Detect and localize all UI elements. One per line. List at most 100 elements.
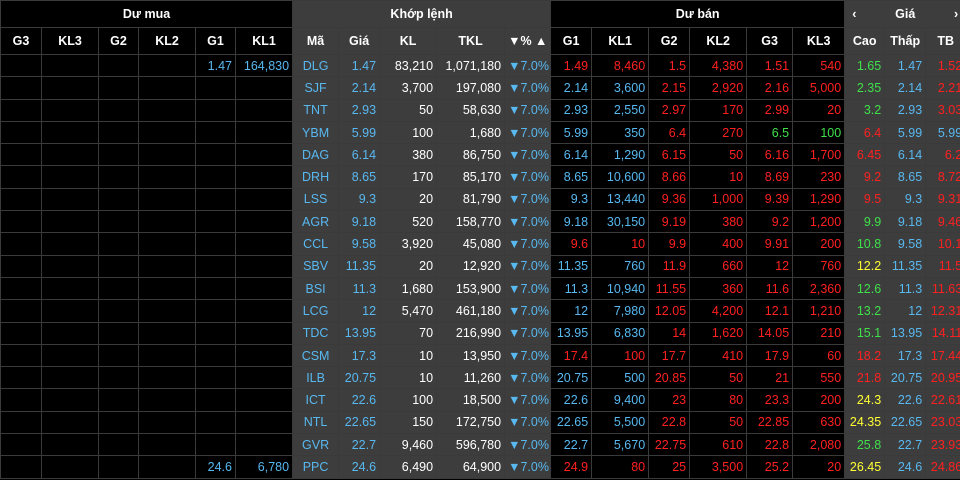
sell-cell: 11.3 bbox=[550, 276, 593, 301]
col-header-price-1[interactable]: Thấp bbox=[884, 27, 927, 55]
col-header-sell-g3[interactable]: G3 bbox=[746, 27, 794, 55]
col-header-match-3[interactable]: TKL bbox=[436, 27, 506, 55]
buy-cell bbox=[98, 210, 139, 234]
change-percent-cell: ▼7.0% bbox=[504, 232, 552, 256]
match-volume-cell: 70 bbox=[379, 321, 438, 345]
table-row[interactable]: SJF 2.14 3,700 197,080 ▼7.0% 2.14 3,600 2.15 2,9… bbox=[0, 76, 960, 100]
match-volume-cell: 100 bbox=[379, 388, 438, 412]
buy-cell bbox=[41, 455, 99, 479]
col-header-sell-g2[interactable]: G2 bbox=[648, 27, 691, 55]
buy-cell bbox=[0, 165, 42, 189]
col-header-sell-kl2[interactable]: KL2 bbox=[689, 27, 748, 55]
table-row[interactable]: LCG 12 5,470 461,180 ▼7.0% 12 7,980 12.05 4,200 1… bbox=[0, 299, 960, 323]
change-percent-cell: ▼7.0% bbox=[504, 76, 552, 100]
table-row[interactable]: DRH 8.65 170 85,170 ▼7.0% 8.65 10,600 8.66 10 8.6… bbox=[0, 165, 960, 189]
buy-cell bbox=[138, 410, 196, 435]
buy-cell bbox=[234, 98, 294, 122]
sell-cell: 9.2 bbox=[746, 210, 794, 234]
buy-cell bbox=[195, 410, 236, 435]
sell-cell: 20.75 bbox=[550, 366, 593, 390]
sell-cell: 5,000 bbox=[792, 76, 846, 100]
table-row[interactable]: 24.6 6,780 PPC 24.6 6,490 64,900 ▼7.0% 24.9 80 25… bbox=[0, 455, 960, 479]
chevron-left-icon[interactable]: ‹ bbox=[852, 7, 856, 21]
table-row[interactable]: ICT 22.6 100 18,500 ▼7.0% 22.6 9,400 23 80 23.3 20… bbox=[0, 388, 960, 412]
table-row[interactable]: AGR 9.18 520 158,770 ▼7.0% 9.18 30,150 9.19 380 9… bbox=[0, 210, 960, 234]
col-header-buy-kl2[interactable]: KL2 bbox=[138, 27, 196, 55]
buy-cell bbox=[98, 120, 139, 145]
high-price-cell: 1.65 bbox=[844, 53, 886, 78]
sell-cell: 22.65 bbox=[550, 410, 593, 435]
col-header-buy-g2[interactable]: G2 bbox=[98, 27, 139, 55]
sell-cell: 17.9 bbox=[746, 343, 794, 368]
chevron-right-icon[interactable]: › bbox=[954, 7, 958, 21]
col-header-buy-kl3[interactable]: KL3 bbox=[41, 27, 99, 55]
col-header-sell-kl1[interactable]: KL1 bbox=[591, 27, 650, 55]
table-row[interactable]: CCL 9.58 3,920 45,080 ▼7.0% 9.6 10 9.9 400 9.91 20… bbox=[0, 232, 960, 256]
sell-cell: 6.14 bbox=[550, 143, 593, 167]
col-header-buy-kl1[interactable]: KL1 bbox=[234, 27, 294, 55]
table-row[interactable]: TDC 13.95 70 216,990 ▼7.0% 13.95 6,830 14 1,620 1… bbox=[0, 321, 960, 345]
col-header-price-2[interactable]: TB bbox=[925, 27, 960, 55]
low-price-cell: 22.65 bbox=[884, 410, 927, 435]
table-row[interactable]: CSM 17.3 10 13,950 ▼7.0% 17.4 100 17.7 410 17.9 60… bbox=[0, 343, 960, 368]
col-header-price-0[interactable]: Cao bbox=[844, 27, 886, 55]
sell-cell: 20 bbox=[792, 455, 846, 479]
change-percent-cell: ▼7.0% bbox=[504, 455, 552, 479]
table-row[interactable]: TNT 2.93 50 58,630 ▼7.0% 2.93 2,550 2.97 170 2.99… bbox=[0, 98, 960, 122]
col-header-buy-g1[interactable]: G1 bbox=[195, 27, 236, 55]
table-row[interactable]: 1.47 164,830 DLG 1.47 83,210 1,071,180 ▼7.0% 1.… bbox=[0, 53, 960, 78]
col-header-sell-kl3[interactable]: KL3 bbox=[792, 27, 846, 55]
buy-cell bbox=[138, 53, 196, 78]
sell-cell: 500 bbox=[591, 366, 650, 390]
match-volume-cell: 50 bbox=[379, 98, 438, 122]
total-volume-cell: 153,900 bbox=[436, 276, 506, 301]
change-percent-cell: ▼7.0% bbox=[504, 53, 552, 78]
col-header-sell-g1[interactable]: G1 bbox=[550, 27, 593, 55]
buy-cell bbox=[138, 455, 196, 479]
sell-cell: 10,600 bbox=[591, 165, 650, 189]
buy-cell bbox=[0, 210, 42, 234]
sell-cell: 80 bbox=[591, 455, 650, 479]
buy-cell: 6,780 bbox=[234, 455, 294, 479]
match-price-cell: 22.6 bbox=[338, 388, 381, 412]
table-row[interactable]: ILB 20.75 10 11,260 ▼7.0% 20.75 500 20.85 50 21 55… bbox=[0, 366, 960, 390]
col-header-match-1[interactable]: Giá bbox=[338, 27, 381, 55]
sell-cell: 4,380 bbox=[689, 53, 748, 78]
buy-cell bbox=[195, 98, 236, 122]
change-percent-cell: ▼7.0% bbox=[504, 321, 552, 345]
high-price-cell: 6.45 bbox=[844, 143, 886, 167]
col-header-match-2[interactable]: KL bbox=[379, 27, 438, 55]
table-row[interactable]: YBM 5.99 100 1,680 ▼7.0% 5.99 350 6.4 270 6.5 100 6… bbox=[0, 120, 960, 145]
sell-cell: 5,670 bbox=[591, 433, 650, 457]
col-header-match-0[interactable]: Mã bbox=[292, 27, 340, 55]
table-row[interactable]: GVR 22.7 9,460 596,780 ▼7.0% 22.7 5,670 22.75 61… bbox=[0, 433, 960, 457]
buy-cell bbox=[0, 276, 42, 301]
sell-cell: 20 bbox=[792, 98, 846, 122]
sell-cell: 1,000 bbox=[689, 187, 748, 212]
low-price-cell: 2.93 bbox=[884, 98, 927, 122]
buy-cell bbox=[234, 165, 294, 189]
symbol-cell: PPC bbox=[292, 455, 340, 479]
sell-cell: 22.8 bbox=[746, 433, 794, 457]
sell-cell: 400 bbox=[689, 232, 748, 256]
buy-cell bbox=[98, 254, 139, 278]
table-row[interactable]: SBV 11.35 20 12,920 ▼7.0% 11.35 760 11.9 660 12 76… bbox=[0, 254, 960, 278]
buy-cell bbox=[98, 299, 139, 323]
buy-cell bbox=[0, 410, 42, 435]
buy-cell bbox=[138, 343, 196, 368]
col-header-buy-g3[interactable]: G3 bbox=[0, 27, 42, 55]
match-volume-cell: 6,490 bbox=[379, 455, 438, 479]
table-row[interactable]: NTL 22.65 150 172,750 ▼7.0% 22.65 5,500 22.8 50 2… bbox=[0, 410, 960, 435]
table-row[interactable]: LSS 9.3 20 81,790 ▼7.0% 9.3 13,440 9.36 1,000 9.3… bbox=[0, 187, 960, 212]
table-row[interactable]: DAG 6.14 380 86,750 ▼7.0% 6.14 1,290 6.15 50 6.16… bbox=[0, 143, 960, 167]
col-header-match-4[interactable]: ▼% ▲ bbox=[504, 27, 552, 55]
symbol-cell: TDC bbox=[292, 321, 340, 345]
buy-cell bbox=[195, 254, 236, 278]
avg-price-cell: 22.61 bbox=[925, 388, 960, 412]
table-row[interactable]: BSI 11.3 1,680 153,900 ▼7.0% 11.3 10,940 11.55 3… bbox=[0, 276, 960, 301]
price-group-label: Giá bbox=[895, 7, 916, 21]
avg-price-cell: 1.52 bbox=[925, 53, 960, 78]
buy-cell bbox=[41, 53, 99, 78]
sell-cell: 14.05 bbox=[746, 321, 794, 345]
buy-cell bbox=[98, 143, 139, 167]
